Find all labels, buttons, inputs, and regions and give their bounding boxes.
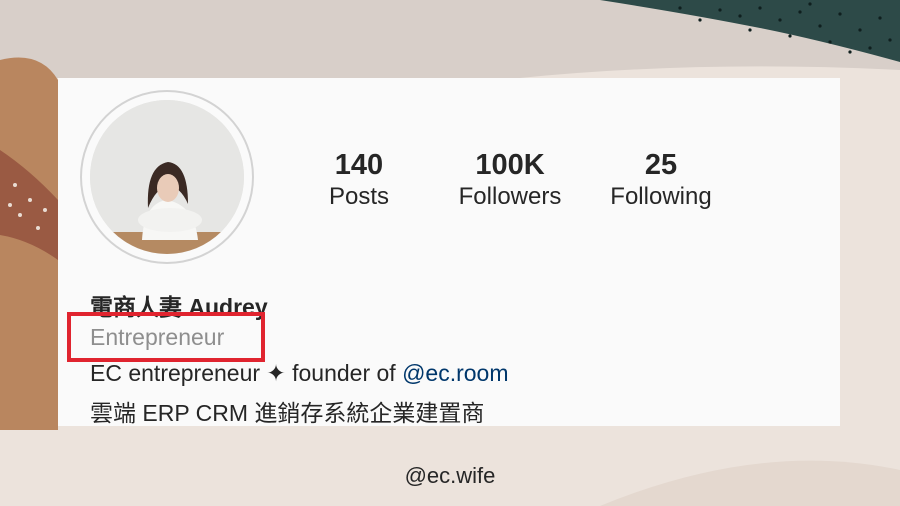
posts-label: Posts	[328, 183, 390, 210]
posts-count: 140	[334, 149, 384, 181]
bio-text: EC entrepreneur ✦ founder of	[90, 360, 403, 386]
bio-mention-link[interactable]: @ec.room	[402, 360, 508, 386]
profile-avatar[interactable]	[80, 90, 254, 264]
followers-count: 100K	[475, 149, 545, 181]
stat-following[interactable]: 25 Following	[581, 148, 741, 212]
following-label: Following	[610, 183, 712, 210]
bio-line-2: 雲端 ERP CRM 進銷存系統企業建置商	[90, 400, 485, 426]
followers-label: Followers	[458, 183, 562, 210]
avatar-image	[90, 100, 244, 254]
following-count: 25	[644, 149, 678, 181]
profile-card: 140 Posts 100K Followers 25 Following 電商…	[58, 78, 840, 426]
bio-line-1: EC entrepreneur ✦ founder of @ec.room	[90, 360, 509, 387]
profile-category: Entrepreneur	[90, 324, 225, 350]
avatar-photo	[90, 100, 244, 254]
footer-handle: @ec.wife	[404, 463, 496, 488]
stat-posts[interactable]: 140 Posts	[279, 148, 439, 212]
stat-followers[interactable]: 100K Followers	[430, 148, 590, 212]
